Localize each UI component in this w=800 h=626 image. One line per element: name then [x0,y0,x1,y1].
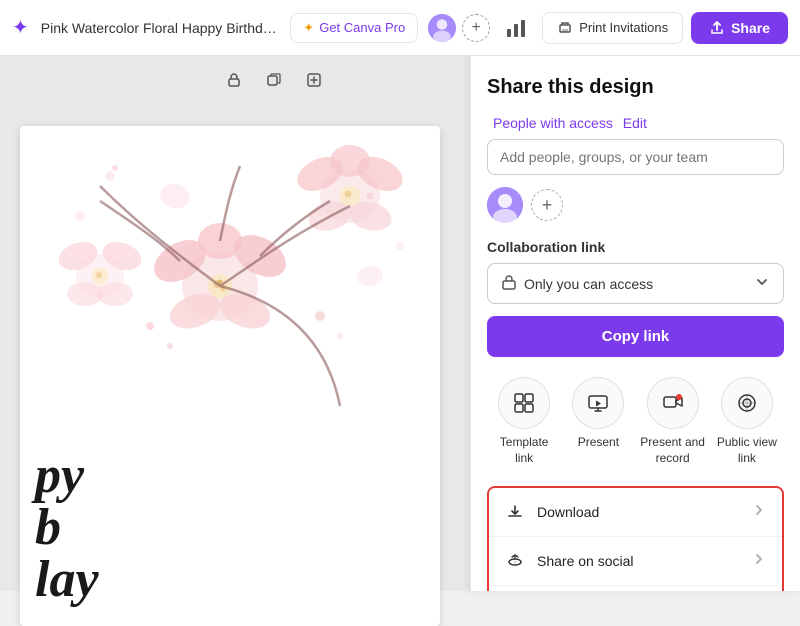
star-icon: ✦ [303,20,314,36]
lock-icon [502,274,516,293]
canva-logo-icon: ✦ [12,15,29,40]
chevron-right-icon-2 [752,552,766,571]
present-label: Present [578,435,619,451]
share-social-label: Share on social [537,553,634,569]
present-option[interactable]: Present [563,377,633,451]
download-label: Download [537,504,599,520]
public-view-label: Public view link [712,435,782,466]
template-link-label: Template link [489,435,559,466]
duplicate-button[interactable] [258,64,290,96]
public-view-icon [721,377,773,429]
birthday-text: py b lay [35,450,99,606]
chevron-down-icon [755,275,769,292]
get-canva-pro-button[interactable]: ✦ Get Canva Pro [290,13,418,43]
action-list: Download Share on social [487,486,784,591]
present-icon [572,377,624,429]
invite-collaborator-button[interactable]: + [531,189,563,221]
collaboration-link-label: Collaboration link [487,239,784,255]
app-header: ✦ Pink Watercolor Floral Happy Birthday … [0,0,800,56]
share-label: Share [731,20,770,36]
share-panel-title: Share this design [487,76,784,99]
people-with-access-label: People with access Edit [487,115,784,131]
add-people-input[interactable] [487,139,784,175]
share-social-icon [505,551,525,571]
lock-button[interactable] [218,64,250,96]
public-view-option[interactable]: Public view link [712,377,782,466]
download-action[interactable]: Download [489,488,782,537]
owner-avatar [487,187,523,223]
access-dropdown[interactable]: Only you can access [487,263,784,304]
access-option-text: Only you can access [524,276,653,292]
share-social-action[interactable]: Share on social [489,537,782,586]
chevron-right-icon [752,503,766,522]
add-page-button[interactable] [298,64,330,96]
document-title: Pink Watercolor Floral Happy Birthday Gr… [41,20,283,36]
present-record-option[interactable]: Present and record [638,377,708,466]
copy-link-button[interactable]: Copy link [487,316,784,357]
edit-access-button[interactable]: Edit [623,115,647,131]
template-link-icon [498,377,550,429]
analytics-button[interactable] [498,10,534,46]
template-link-option[interactable]: Template link [489,377,559,466]
collaborators-group: + [426,12,490,44]
present-record-icon [647,377,699,429]
card-preview: py b lay [20,126,440,626]
access-row: + [487,187,784,223]
user-avatar [426,12,458,44]
share-options-row: Template link Present Present and reco [487,377,784,466]
print-invitations-label: Print Invitations [579,20,668,35]
print-invitations-button[interactable]: Print Invitations [542,12,683,44]
present-record-label: Present and record [638,435,708,466]
print-canva-action[interactable]: Print with Canva [489,586,782,591]
add-collaborator-button[interactable]: + [462,14,490,42]
share-button[interactable]: Share [691,12,788,44]
share-panel: Share this design People with access Edi… [470,56,800,591]
download-icon [505,502,525,522]
